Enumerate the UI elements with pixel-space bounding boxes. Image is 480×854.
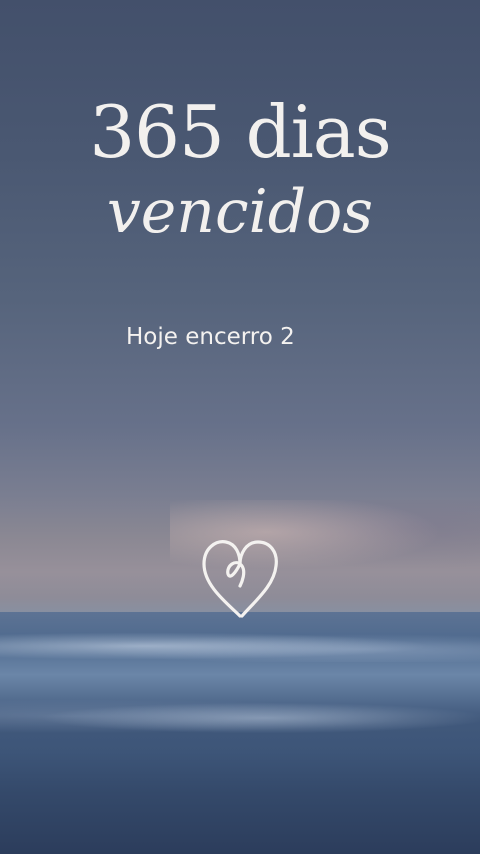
wave-foam [0,700,480,736]
story-background: 365 dias vencidos Hoje encerro 2 [0,0,480,854]
story-subtitle: vencidos [106,177,374,247]
wave-foam [0,630,480,662]
story-title: 365 dias [89,90,391,174]
heart-icon [202,540,278,618]
story-caption: Hoje encerro 2 [126,324,295,350]
